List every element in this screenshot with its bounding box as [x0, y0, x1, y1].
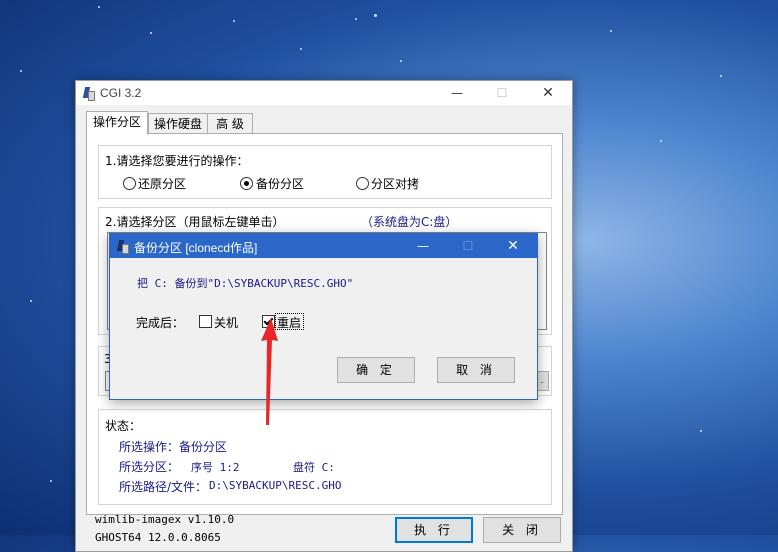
annotation-arrow-icon: [261, 318, 278, 425]
